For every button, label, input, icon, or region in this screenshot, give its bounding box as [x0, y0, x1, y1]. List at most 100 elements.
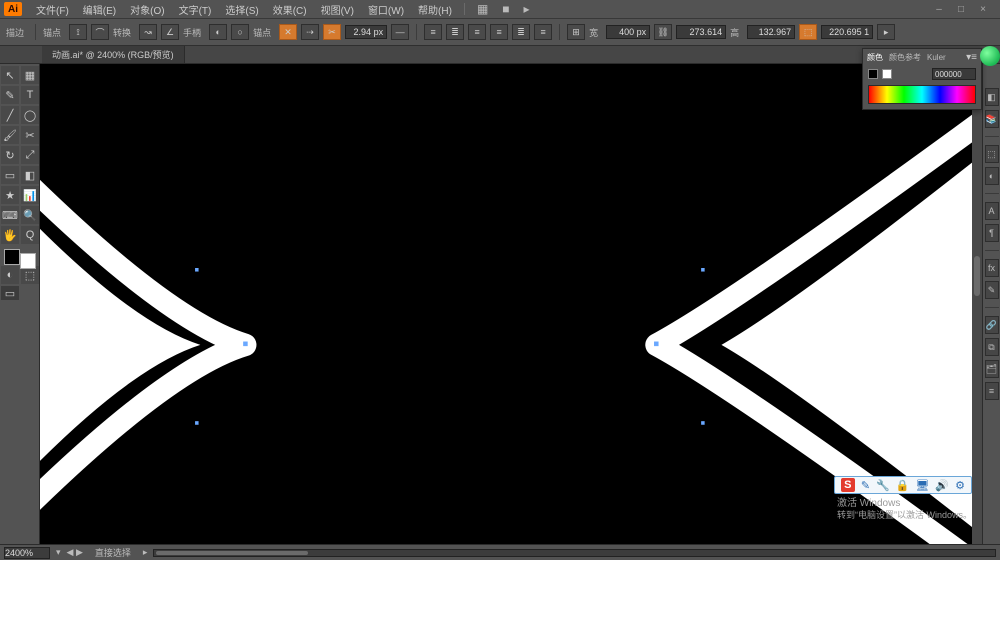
panel-gradient-icon[interactable]: ◐	[985, 167, 999, 185]
mid-input[interactable]	[676, 25, 726, 39]
align-left-btn[interactable]: ≡	[424, 24, 442, 40]
tool-shape[interactable]: ◯	[21, 106, 39, 124]
tab-color[interactable]: 颜色	[867, 52, 883, 63]
height-input[interactable]	[747, 25, 795, 39]
panel-links-icon[interactable]: 🔗	[985, 316, 999, 334]
align-hcenter-btn[interactable]: ≣	[446, 24, 464, 40]
tool-line[interactable]: ╱	[1, 106, 19, 124]
artboard-canvas[interactable]: S ✎ 🔧 🔒 🖥 🔊 ⚙ 激活 Windows 转到“电脑设置”以激活 Win…	[40, 64, 982, 544]
convert-corner-btn[interactable]: ∠	[161, 24, 179, 40]
input-method-toolbar[interactable]: S ✎ 🔧 🔒 🖥 🔊 ⚙	[834, 476, 972, 494]
panel-swatches-icon[interactable]: 📚	[985, 110, 999, 128]
document-tab[interactable]: 动画.ai* @ 2400% (RGB/预览)	[42, 46, 185, 63]
tray-gear-icon[interactable]: ⚙	[955, 479, 965, 492]
tool-zoom[interactable]: 🔍	[21, 206, 39, 224]
panel-more-icon[interactable]: ≡	[985, 382, 999, 400]
stroke-width-input[interactable]	[345, 25, 387, 39]
stroke-style-btn[interactable]: —	[391, 24, 409, 40]
screen-mode-btn[interactable]: ▭	[1, 286, 19, 300]
panel-character-icon[interactable]: A	[985, 202, 999, 220]
tool-graph[interactable]: 📊	[21, 186, 39, 204]
tab-color-guide[interactable]: 颜色参考	[889, 52, 921, 63]
vertical-scrollbar[interactable]	[972, 64, 982, 544]
tray-screen-icon[interactable]: 🖥	[915, 479, 929, 492]
menu-object[interactable]: 对象(O)	[124, 1, 170, 18]
tray-sound-icon[interactable]: 🔊	[935, 479, 949, 492]
connect-anchor-btn[interactable]: ⇢	[301, 24, 319, 40]
tool-rect[interactable]: ▭	[1, 166, 19, 184]
tray-pen-icon[interactable]: ✎	[861, 479, 870, 492]
color-spectrum[interactable]	[868, 85, 976, 104]
menu-view[interactable]: 视图(V)	[315, 1, 360, 18]
minimize-button[interactable]: –	[932, 4, 946, 15]
tool-directselect[interactable]: ▦	[21, 66, 39, 84]
menu-edit[interactable]: 编辑(E)	[77, 1, 122, 18]
link-wh-btn[interactable]: ⛓	[654, 24, 672, 40]
tool-scissors[interactable]: ✂	[21, 126, 39, 144]
status-dropdown-icon[interactable]: ▸	[143, 547, 148, 558]
tool-selection[interactable]: ↖	[1, 66, 19, 84]
tool-gradient[interactable]: ◧	[21, 166, 39, 184]
tool-hand[interactable]: 🖐	[1, 226, 19, 244]
color-panel[interactable]: 颜色 颜色参考 Kuler ▾≡	[862, 48, 982, 110]
transform-ref-btn[interactable]: ⊞	[567, 24, 585, 40]
close-button[interactable]: ×	[976, 4, 990, 15]
cut-path-btn[interactable]: ✂	[323, 24, 341, 40]
remove-anchor-btn[interactable]: ✕	[279, 24, 297, 40]
tab-kuler[interactable]: Kuler	[927, 53, 946, 62]
maximize-button[interactable]: □	[954, 4, 968, 15]
panel-menu-icon[interactable]: ▾≡	[966, 52, 977, 63]
sogou-icon[interactable]: S	[841, 478, 855, 492]
menu-window[interactable]: 窗口(W)	[362, 1, 410, 18]
tray-tool-icon[interactable]: 🔧	[876, 479, 890, 492]
handle-show-btn[interactable]: ◐	[209, 24, 227, 40]
panel-paragraph-icon[interactable]: ¶	[985, 224, 999, 242]
zoom-dropdown-icon[interactable]: ▾	[56, 547, 61, 558]
tool-rotate[interactable]: ↻	[1, 146, 19, 164]
user-presence-icon[interactable]	[980, 46, 1000, 66]
bridge-icon[interactable]: ▦	[471, 1, 494, 17]
hex-input[interactable]	[932, 68, 976, 80]
align-vcenter-btn[interactable]: ≣	[512, 24, 530, 40]
convert-smooth-btn[interactable]: ↝	[139, 24, 157, 40]
panel-layers-icon[interactable]: ⧉	[985, 338, 999, 356]
more-options-btn[interactable]: ▸	[877, 24, 895, 40]
coord-input[interactable]	[821, 25, 873, 39]
panel-stroke-icon[interactable]: ⬚	[985, 145, 999, 163]
menu-help[interactable]: 帮助(H)	[412, 1, 458, 18]
mini-fill-swatch[interactable]	[868, 69, 878, 79]
tool-type[interactable]: T	[21, 86, 39, 104]
stroke-swatch[interactable]	[20, 253, 36, 269]
tool-artboard[interactable]: ⌨	[1, 206, 19, 224]
artboard-nav[interactable]: ◀ ▶	[67, 547, 83, 558]
panel-graphicstyle-icon[interactable]: ✎	[985, 281, 999, 299]
zoom-input[interactable]	[4, 547, 50, 559]
align-right-btn[interactable]: ≡	[468, 24, 486, 40]
panel-color-icon[interactable]: ◧	[985, 88, 999, 106]
menu-select[interactable]: 选择(S)	[219, 1, 264, 18]
width-input[interactable]	[606, 25, 650, 39]
anchor-convert-btn-2[interactable]: ⌒	[91, 24, 109, 40]
tool-magnify[interactable]: Q	[21, 226, 39, 244]
handle-hide-btn[interactable]: ○	[231, 24, 249, 40]
panel-artboards-icon[interactable]: 🗂	[985, 360, 999, 378]
menu-file[interactable]: 文件(F)	[30, 1, 75, 18]
tool-brush[interactable]: 🖌	[1, 126, 19, 144]
constrain-btn[interactable]: ⬚	[799, 24, 817, 40]
anchor-convert-btn-1[interactable]: ⟟	[69, 24, 87, 40]
fill-stroke-swatch[interactable]	[1, 246, 39, 272]
horizontal-scrollbar[interactable]	[153, 549, 996, 557]
menu-effect[interactable]: 效果(C)	[267, 1, 313, 18]
panel-appearance-icon[interactable]: fx	[985, 259, 999, 277]
menu-type[interactable]: 文字(T)	[173, 1, 218, 18]
tray-lock-icon[interactable]: 🔒	[896, 479, 910, 492]
tool-pen[interactable]: ✎	[1, 86, 19, 104]
tool-symbol[interactable]: ★	[1, 186, 19, 204]
align-top-btn[interactable]: ≡	[490, 24, 508, 40]
tool-scale[interactable]: ⤢	[21, 146, 39, 164]
mini-stroke-swatch[interactable]	[882, 69, 892, 79]
arrange-icon[interactable]: ▸	[518, 1, 536, 17]
align-bottom-btn[interactable]: ≡	[534, 24, 552, 40]
fill-swatch[interactable]	[4, 249, 20, 265]
layout-icon[interactable]: ■	[496, 1, 515, 17]
